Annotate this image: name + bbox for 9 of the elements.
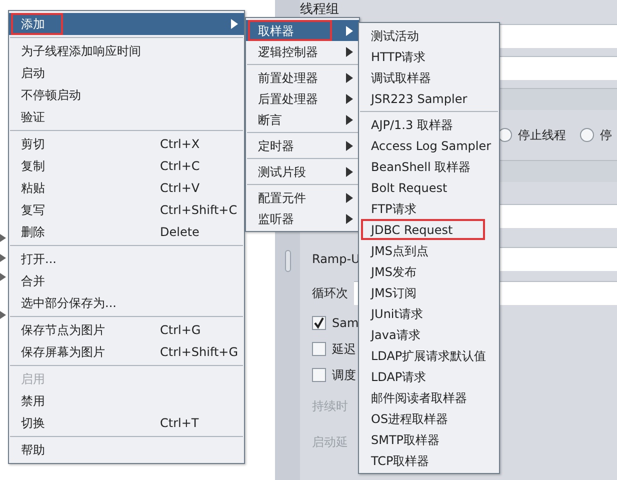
radio-label: 停 [600,127,612,144]
field-label: 持续时 [312,398,348,415]
field-label: 循环次 [312,285,348,302]
field-label: 启动延 [312,434,348,451]
panel-title: 线程组 [300,1,340,19]
checkbox-label: 调度 [332,367,356,384]
checkbox-label: Sam [332,315,359,332]
checkbox-label: 延迟 [332,341,356,358]
radio-label: 停止线程 [518,127,566,144]
